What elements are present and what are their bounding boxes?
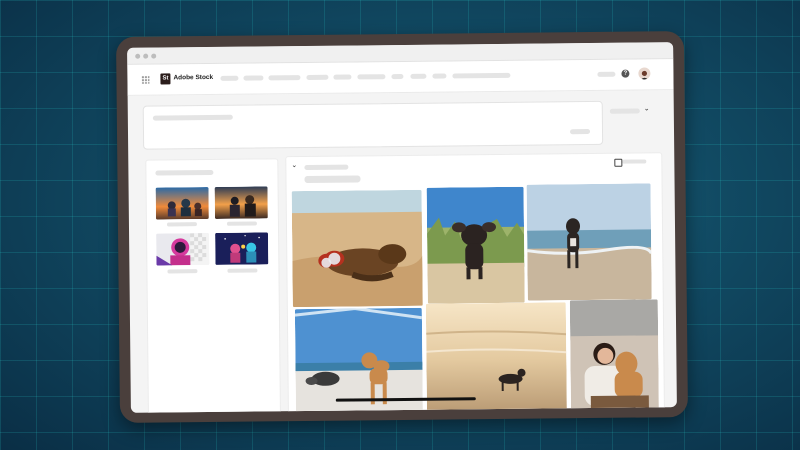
- sidebar-thumbnail[interactable]: [156, 233, 210, 266]
- sidebar-heading-placeholder: [155, 169, 214, 176]
- search-results-panel: ⌄: [285, 152, 666, 413]
- thumbnail-caption-placeholder: [167, 269, 198, 274]
- thumbnail-caption-placeholder: [227, 268, 258, 273]
- thumbnail-caption-placeholder: [226, 221, 257, 226]
- result-photo[interactable]: [569, 299, 659, 413]
- nav-item-placeholder[interactable]: [268, 75, 301, 81]
- filter-checkbox[interactable]: [614, 158, 623, 167]
- filter-toggle-label-placeholder: [622, 159, 647, 164]
- search-button-placeholder[interactable]: [569, 129, 591, 135]
- result-photo[interactable]: [526, 183, 652, 301]
- result-photo[interactable]: [426, 186, 525, 304]
- nav-item-placeholder[interactable]: [391, 73, 404, 80]
- sidebar-thumbnail[interactable]: [214, 186, 268, 219]
- nav-item-placeholder[interactable]: [220, 75, 239, 81]
- nav-item-placeholder[interactable]: [432, 73, 447, 79]
- top-navigation-bar: St Adobe Stock ?: [127, 59, 674, 96]
- chevron-down-icon[interactable]: ⌄: [291, 161, 297, 169]
- adobe-stock-logo-icon[interactable]: St: [160, 73, 171, 85]
- result-photo[interactable]: [425, 302, 567, 413]
- help-icon[interactable]: ?: [621, 69, 630, 78]
- app-name[interactable]: Adobe Stock: [173, 74, 213, 81]
- chevron-down-icon[interactable]: ⌄: [644, 104, 650, 112]
- browser-screen: St Adobe Stock ? ⌄ ⌄: [127, 42, 677, 413]
- window-dot[interactable]: [143, 53, 149, 59]
- window-dot[interactable]: [135, 53, 141, 59]
- sort-dropdown-placeholder[interactable]: [609, 108, 640, 114]
- apps-grid-icon[interactable]: [141, 75, 150, 84]
- window-dot[interactable]: [151, 53, 157, 59]
- search-placeholder-text: [152, 114, 233, 121]
- sidebar-panel: [145, 158, 282, 413]
- sign-in-placeholder[interactable]: [597, 71, 616, 77]
- result-photo[interactable]: [291, 189, 423, 308]
- thumbnail-caption-placeholder: [166, 222, 197, 227]
- nav-item-placeholder[interactable]: [333, 74, 352, 80]
- avatar[interactable]: [638, 67, 651, 80]
- nav-item-placeholder[interactable]: [410, 73, 427, 79]
- tablet-device: St Adobe Stock ? ⌄ ⌄: [115, 31, 689, 423]
- sidebar-thumbnail[interactable]: [215, 232, 269, 265]
- nav-item-placeholder[interactable]: [243, 75, 264, 81]
- nav-item-placeholder[interactable]: [452, 72, 511, 79]
- nav-item-placeholder[interactable]: [306, 74, 329, 80]
- nav-item-placeholder[interactable]: [357, 74, 386, 80]
- results-heading-placeholder: [304, 164, 349, 171]
- results-count-placeholder: [304, 175, 361, 184]
- search-input[interactable]: [142, 100, 604, 150]
- sidebar-thumbnail[interactable]: [155, 187, 209, 220]
